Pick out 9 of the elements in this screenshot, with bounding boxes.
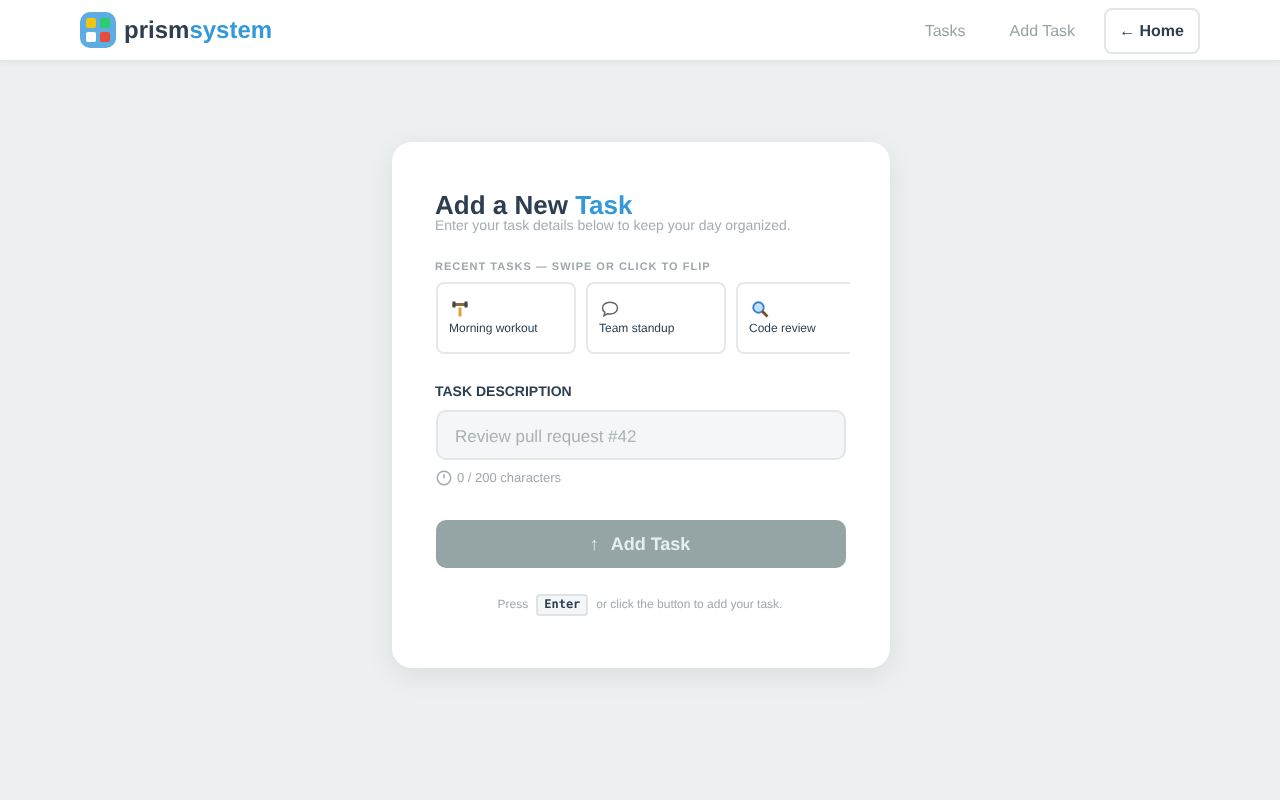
- speech-bubble-icon: [600, 301, 618, 317]
- task-input[interactable]: Review pull request #42: [435, 410, 845, 460]
- clock-icon: [435, 470, 451, 486]
- card-title: Add a New Task: [435, 190, 634, 220]
- home-button[interactable]: ← Home: [1103, 7, 1200, 53]
- logo-icon: [80, 12, 116, 48]
- search-icon: [751, 301, 768, 318]
- brand-name[interactable]: prismsystem: [124, 16, 273, 44]
- weight-icon: [451, 301, 467, 317]
